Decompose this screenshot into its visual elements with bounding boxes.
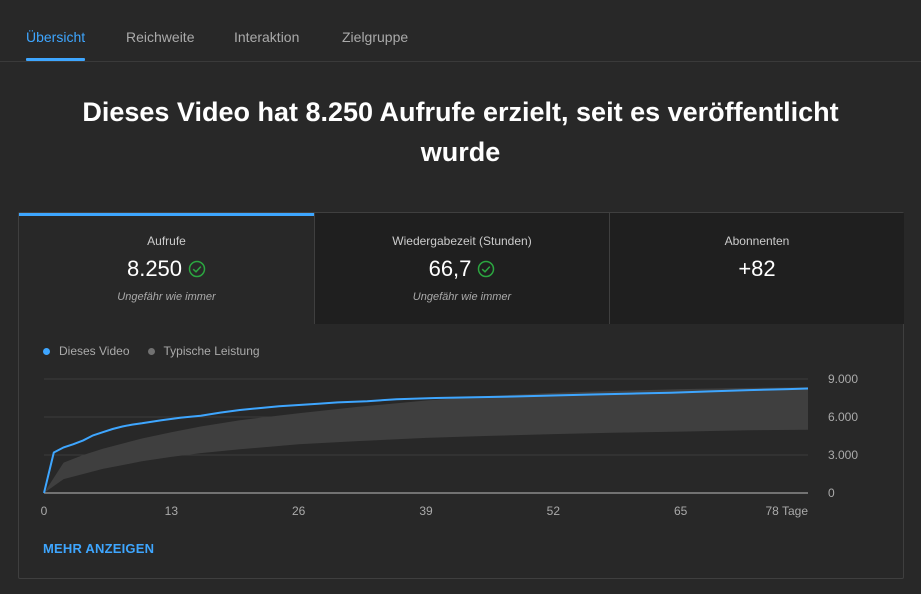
tab-bar: Übersicht Reichweite Interaktion Zielgru… xyxy=(0,0,921,62)
legend-dot-icon xyxy=(147,347,155,355)
metric-subscribers-value: +82 xyxy=(738,256,776,281)
metric-watch-time[interactable]: Wiedergabezeit (Stunden) 66,7 Ungefähr w… xyxy=(315,213,609,324)
metric-subscribers[interactable]: Abonnenten +82 xyxy=(610,213,904,324)
active-tab-indicator xyxy=(26,58,85,61)
legend-dot-icon xyxy=(43,347,50,355)
check-circle-icon xyxy=(478,260,495,278)
legend-typical-label: Typische Leistung xyxy=(163,344,260,358)
metric-views-note: Ungefähr wie immer xyxy=(117,291,216,303)
legend-this-video-label: Dieses Video xyxy=(59,344,130,358)
metric-subscribers-label: Abonnenten xyxy=(724,234,790,248)
check-circle-icon xyxy=(188,260,206,278)
tab-engagement[interactable]: Interaktion xyxy=(234,0,299,62)
metric-views-label: Aufrufe xyxy=(147,234,186,248)
metric-watch-time-note: Ungefähr wie immer xyxy=(412,291,512,303)
metric-views-value: 8.250 xyxy=(126,256,183,281)
active-metric-indicator xyxy=(19,213,314,216)
legend-this-video[interactable]: Dieses Video xyxy=(43,344,130,358)
analytics-card: Aufrufe 8.250 Ungefähr wie immer Wiederg… xyxy=(18,212,904,579)
tab-audience[interactable]: Zielgruppe xyxy=(342,0,408,62)
legend-typical[interactable]: Typische Leistung xyxy=(147,344,260,358)
metric-watch-time-label: Wiedergabezeit (Stunden) xyxy=(392,234,532,248)
chart-legend: Dieses Video Typische Leistung xyxy=(43,343,278,359)
metric-views[interactable]: Aufrufe 8.250 Ungefähr wie immer xyxy=(19,213,314,324)
tab-overview[interactable]: Übersicht xyxy=(26,0,85,62)
page-headline: Dieses Video hat 8.250 Aufrufe erzielt, … xyxy=(82,97,839,167)
metric-watch-time-value: 66,7 xyxy=(428,256,472,281)
tab-reach[interactable]: Reichweite xyxy=(126,0,194,62)
show-more-link[interactable]: MEHR ANZEIGEN xyxy=(43,541,154,556)
